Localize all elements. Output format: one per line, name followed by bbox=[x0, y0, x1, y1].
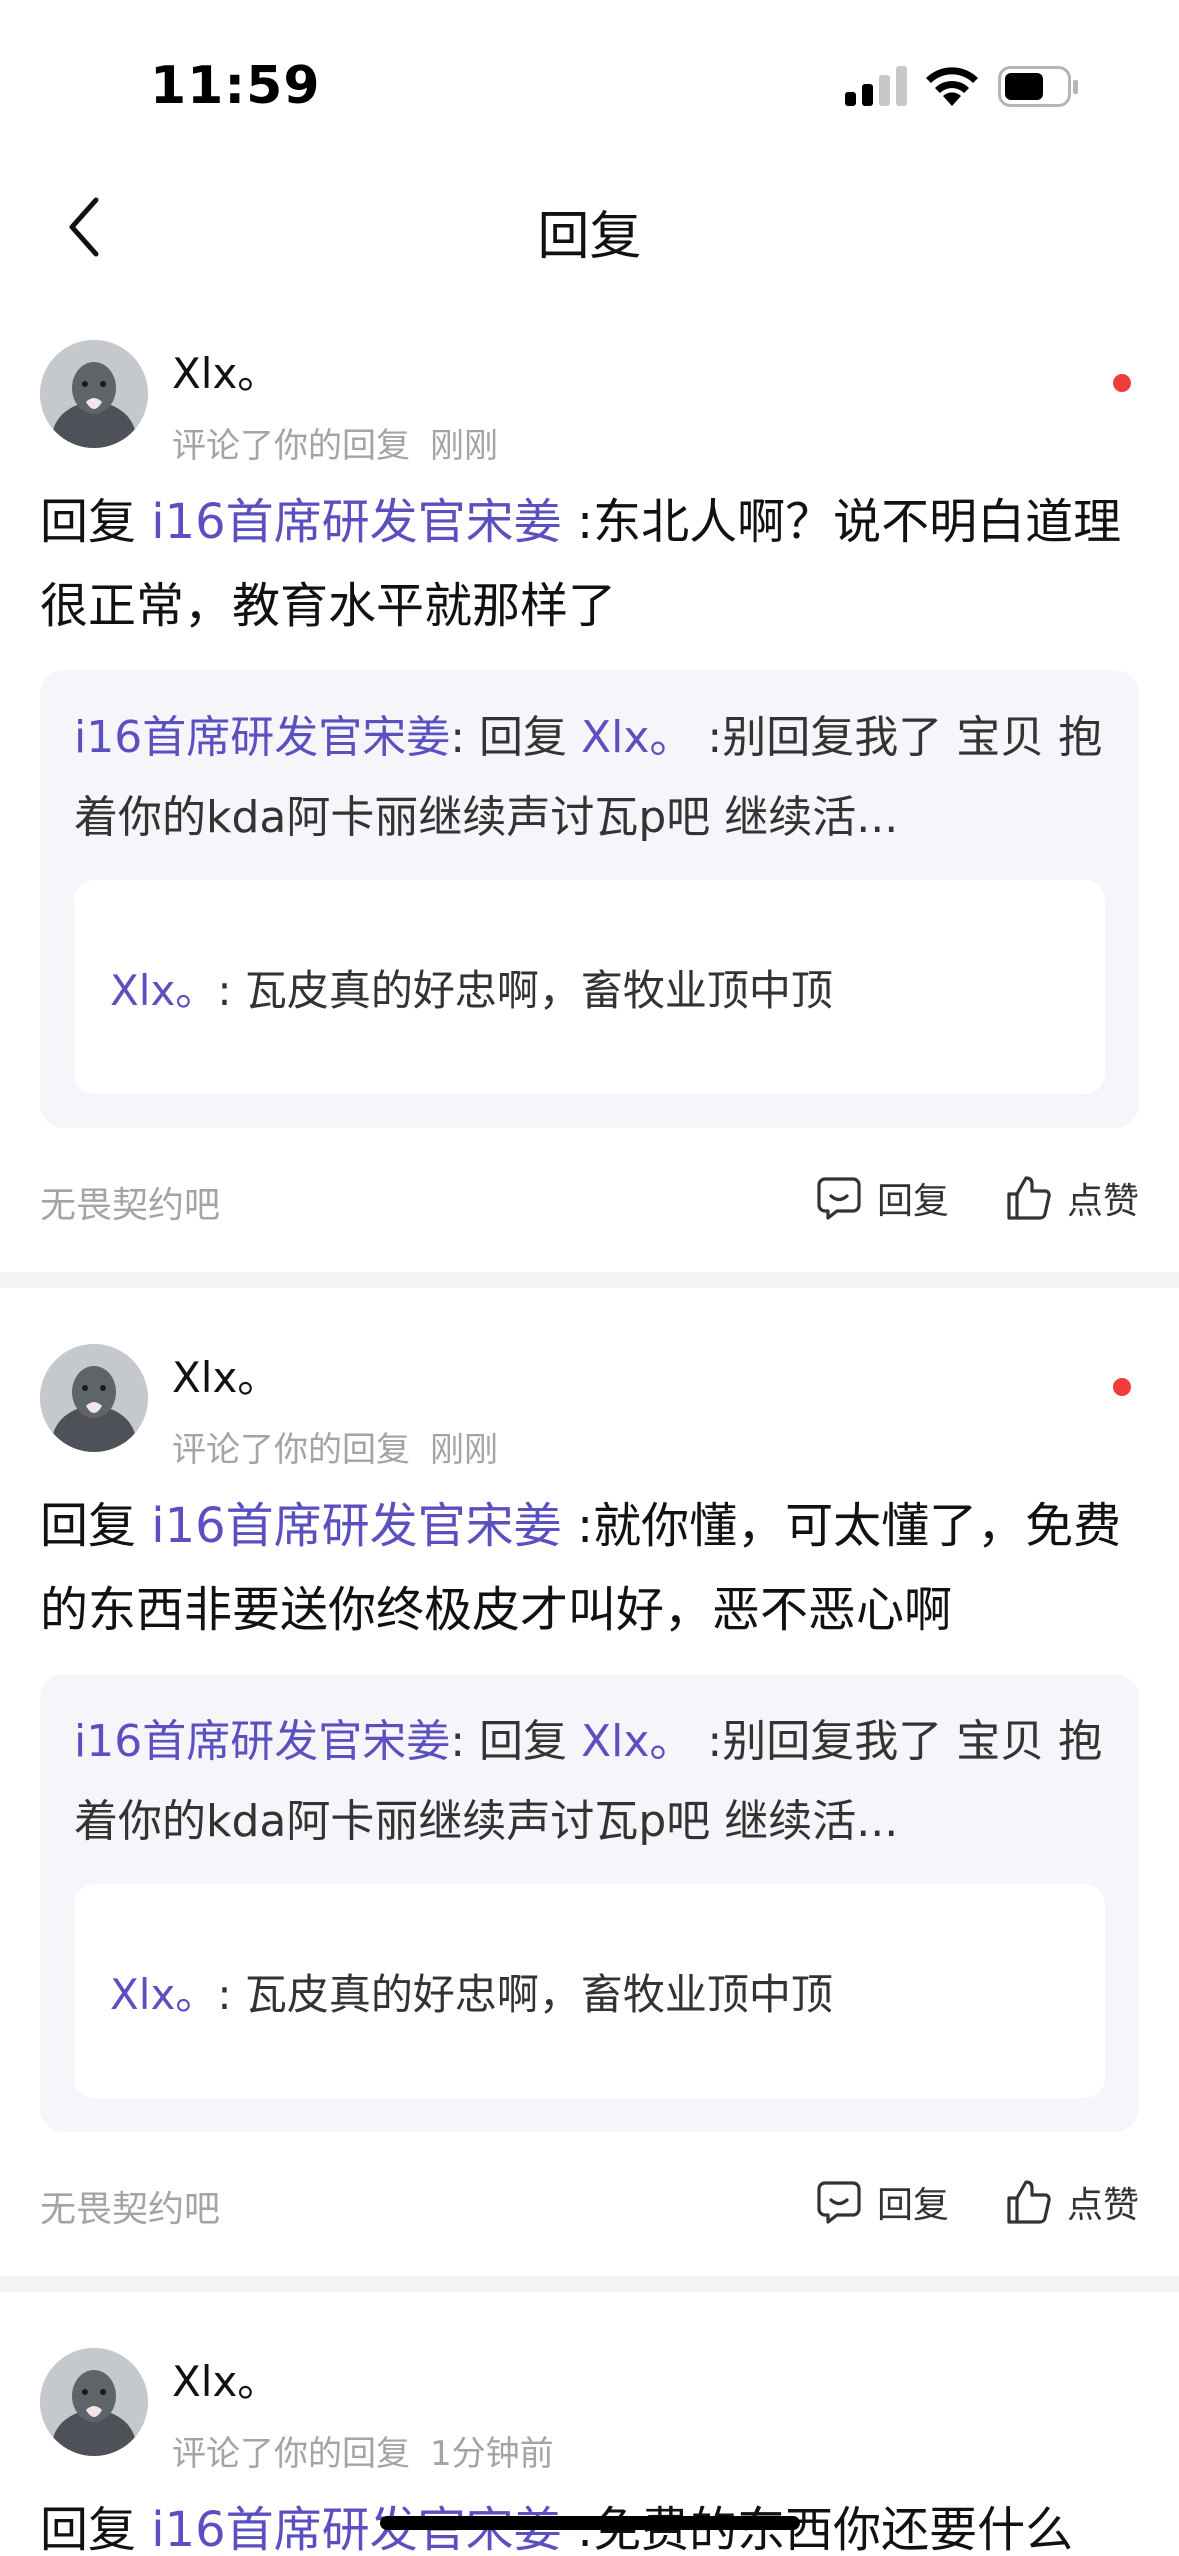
timestamp: 刚刚 bbox=[430, 1430, 498, 1470]
pigeon-avatar-image bbox=[40, 1344, 148, 1452]
user-name[interactable]: Xlx。 bbox=[172, 2348, 279, 2409]
quote-mention[interactable]: Xlx。 bbox=[581, 1716, 693, 1767]
status-bar: 11:59 bbox=[0, 0, 1179, 170]
quote-author[interactable]: i16首席研发官宋姜 bbox=[74, 712, 450, 763]
pigeon-avatar-image bbox=[40, 340, 148, 448]
card-divider bbox=[0, 2276, 1179, 2292]
card-divider bbox=[0, 1272, 1179, 1288]
nested-body: : 瓦皮真的好忠啊，畜牧业顶中顶 bbox=[217, 1969, 833, 2019]
reply-button[interactable]: 回复 bbox=[815, 1172, 949, 1224]
quote-mention[interactable]: Xlx。 bbox=[581, 712, 693, 763]
avatar[interactable] bbox=[40, 340, 148, 448]
card-footer: 无畏契约吧 回复 点赞 bbox=[40, 2132, 1139, 2276]
status-time: 11:59 bbox=[150, 56, 321, 116]
wifi-icon bbox=[926, 67, 978, 106]
reply-prefix: 回复 bbox=[40, 1498, 152, 1554]
notification-card[interactable]: Xlx。 评论了你的回复 刚刚 回复 i16首席研发官宋姜 :就你懂，可太懂了，免… bbox=[0, 1344, 1179, 2276]
timestamp: 刚刚 bbox=[430, 426, 498, 466]
reply-content[interactable]: 回复 i16首席研发官宋姜 :东北人啊？说不明白道理很正常，教育水平就那样了 bbox=[40, 480, 1139, 648]
mention-link[interactable]: i16首席研发官宋姜 bbox=[151, 1498, 561, 1554]
like-label: 点赞 bbox=[1066, 1181, 1139, 1222]
nav-bar: 回复 bbox=[0, 170, 1179, 285]
user-name[interactable]: Xlx。 bbox=[172, 1344, 279, 1405]
nested-reply-box[interactable]: Xlx。: 瓦皮真的好忠啊，畜牧业顶中顶 bbox=[74, 1884, 1105, 2098]
quoted-reply-box[interactable]: i16首席研发官宋姜: 回复 Xlx。 :别回复我了 宝贝 抱着你的kda阿卡丽… bbox=[40, 670, 1139, 1128]
quote-author[interactable]: i16首席研发官宋姜 bbox=[74, 1716, 450, 1767]
avatar[interactable] bbox=[40, 2348, 148, 2456]
reply-prefix: 回复 bbox=[40, 494, 152, 550]
nested-body: : 瓦皮真的好忠啊，畜牧业顶中顶 bbox=[217, 965, 833, 1015]
action-text: 评论了你的回复 bbox=[172, 1430, 410, 1470]
reply-label: 回复 bbox=[876, 2185, 949, 2226]
user-name[interactable]: Xlx。 bbox=[172, 340, 279, 401]
unread-dot bbox=[1113, 374, 1131, 392]
forum-name[interactable]: 无畏契约吧 bbox=[40, 2180, 220, 2232]
action-text: 评论了你的回复 bbox=[172, 426, 410, 466]
card-footer: 无畏契约吧 回复 点赞 bbox=[40, 1128, 1139, 1272]
nested-reply-box[interactable]: Xlx。: 瓦皮真的好忠啊，畜牧业顶中顶 bbox=[74, 880, 1105, 1094]
action-text: 评论了你的回复 bbox=[172, 2434, 410, 2474]
pigeon-avatar-image bbox=[40, 2348, 148, 2456]
reply-button[interactable]: 回复 bbox=[815, 2176, 949, 2228]
quote-mid: : 回复 bbox=[450, 1716, 582, 1767]
quoted-reply-text: i16首席研发官宋姜: 回复 Xlx。 :别回复我了 宝贝 抱着你的kda阿卡丽… bbox=[74, 698, 1105, 858]
like-button[interactable]: 点赞 bbox=[1005, 1172, 1139, 1224]
nested-author[interactable]: Xlx。 bbox=[110, 1970, 217, 2019]
battery-icon bbox=[998, 66, 1078, 107]
avatar[interactable] bbox=[40, 1344, 148, 1452]
notification-meta: 评论了你的回复 刚刚 bbox=[172, 418, 498, 467]
nested-reply-text: Xlx。: 瓦皮真的好忠啊，畜牧业顶中顶 bbox=[110, 957, 833, 1018]
notification-meta: 评论了你的回复 1分钟前 bbox=[172, 2426, 554, 2475]
nested-author[interactable]: Xlx。 bbox=[110, 966, 217, 1015]
quoted-reply-text: i16首席研发官宋姜: 回复 Xlx。 :别回复我了 宝贝 抱着你的kda阿卡丽… bbox=[74, 1702, 1105, 1862]
forum-name[interactable]: 无畏契约吧 bbox=[40, 1176, 220, 1228]
thumbs-up-icon bbox=[1007, 1176, 1051, 1220]
notification-feed: Xlx。 评论了你的回复 刚刚 回复 i16首席研发官宋姜 :东北人啊？说不明白道… bbox=[0, 340, 1179, 2556]
timestamp: 1分钟前 bbox=[430, 2434, 554, 2474]
nested-reply-text: Xlx。: 瓦皮真的好忠啊，畜牧业顶中顶 bbox=[110, 1961, 833, 2022]
reply-content[interactable]: 回复 i16首席研发官宋姜 :就你懂，可太懂了，免费的东西非要送你终极皮才叫好，… bbox=[40, 1484, 1139, 1652]
comment-icon bbox=[817, 1177, 861, 1220]
like-label: 点赞 bbox=[1066, 2185, 1139, 2226]
notification-meta: 评论了你的回复 刚刚 bbox=[172, 1422, 498, 1471]
card-header: Xlx。 评论了你的回复 1分钟前 bbox=[40, 2348, 1139, 2474]
like-button[interactable]: 点赞 bbox=[1005, 2176, 1139, 2228]
home-indicator[interactable] bbox=[380, 2516, 800, 2530]
cellular-signal-icon bbox=[845, 66, 907, 106]
reply-prefix: 回复 bbox=[40, 2502, 152, 2556]
card-header: Xlx。 评论了你的回复 刚刚 bbox=[40, 340, 1139, 466]
comment-icon bbox=[817, 2181, 861, 2224]
quote-mid: : 回复 bbox=[450, 712, 582, 763]
notification-card[interactable]: Xlx。 评论了你的回复 刚刚 回复 i16首席研发官宋姜 :东北人啊？说不明白道… bbox=[0, 340, 1179, 1272]
thumbs-up-icon bbox=[1007, 2180, 1051, 2224]
card-header: Xlx。 评论了你的回复 刚刚 bbox=[40, 1344, 1139, 1470]
reply-label: 回复 bbox=[876, 1181, 949, 1222]
page-title: 回复 bbox=[537, 207, 642, 267]
unread-dot bbox=[1113, 1378, 1131, 1396]
mention-link[interactable]: i16首席研发官宋姜 bbox=[151, 494, 561, 550]
quoted-reply-box[interactable]: i16首席研发官宋姜: 回复 Xlx。 :别回复我了 宝贝 抱着你的kda阿卡丽… bbox=[40, 1674, 1139, 2132]
